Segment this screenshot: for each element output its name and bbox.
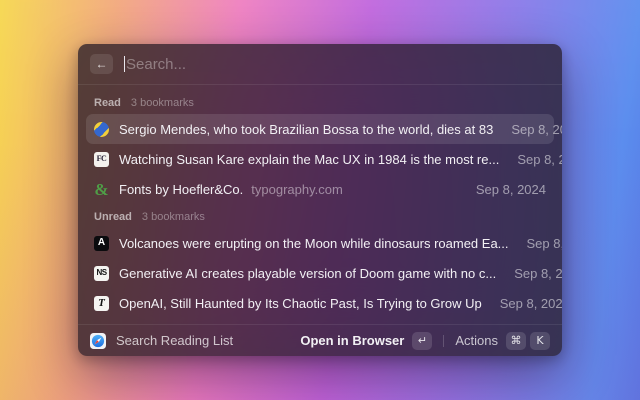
bookmark-title: Sergio Mendes, who took Brazilian Bossa … [119, 121, 494, 137]
bookmark-title: Volcanoes were erupting on the Moon whil… [119, 235, 509, 251]
list-item[interactable]: A Volcanoes were erupting on the Moon wh… [86, 228, 562, 258]
list-item[interactable]: FC Watching Susan Kare explain the Mac U… [86, 144, 562, 174]
back-button[interactable]: ← [90, 54, 113, 74]
fastcompany-favicon: FC [94, 151, 109, 167]
list-item[interactable]: & Fonts by Hoefler&Co. typography.com Se… [86, 174, 554, 204]
open-in-browser-button[interactable]: Open in Browser ↵ [300, 331, 433, 350]
bookmark-title: Watching Susan Kare explain the Mac UX i… [119, 151, 500, 167]
section-header-unread: Unread 3 bookmarks [86, 206, 554, 228]
command-key-icon: ⌘ [506, 331, 526, 350]
bookmark-date: Sep 8, 20... [517, 151, 562, 167]
footer-bar: Search Reading List Open in Browser ↵ Ac… [78, 325, 562, 356]
return-key-icon: ↵ [412, 331, 433, 350]
section-header-read: Read 3 bookmarks [86, 92, 554, 114]
k-key-icon: K [530, 331, 550, 350]
open-in-browser-label: Open in Browser [300, 333, 405, 348]
search-bar: ← [78, 44, 562, 84]
bookmark-title: Fonts by Hoefler&Co. [119, 181, 244, 197]
astronomy-favicon: A [94, 235, 109, 251]
brazilian-report-favicon [94, 121, 109, 137]
left-arrow-icon: ← [95, 57, 108, 71]
section-count: 3 bookmarks [130, 97, 194, 109]
section-label: Read [94, 97, 121, 109]
bookmark-domain: typography.com [251, 181, 343, 197]
nytimes-favicon: T [94, 295, 109, 311]
bookmark-list: Read 3 bookmarks Sergio Mendes, who took… [78, 85, 562, 324]
bookmark-title: OpenAI, Still Haunted by Its Chaotic Pas… [119, 295, 482, 311]
command-palette-window: ← Read 3 bookmarks Sergio Mendes, who to… [78, 44, 562, 356]
section-count: 3 bookmarks [141, 211, 205, 223]
search-input-wrap [124, 55, 550, 73]
list-item[interactable]: NS Generative AI creates playable versio… [86, 258, 562, 288]
section-label: Unread [94, 211, 132, 223]
list-item[interactable]: Sergio Mendes, who took Brazilian Bossa … [86, 114, 562, 144]
bookmark-date: Sep 8, 20... [526, 235, 562, 251]
search-input[interactable] [126, 55, 550, 73]
safari-compass-icon [90, 332, 106, 349]
bookmark-title: Generative AI creates playable version o… [119, 265, 497, 281]
bookmark-date: Sep 8, 2024 [511, 121, 562, 137]
newscientist-favicon: NS [94, 265, 109, 281]
bookmark-date: Sep 8, 20... [514, 265, 562, 281]
extension-title: Search Reading List [116, 333, 234, 348]
hoefler-favicon: & [94, 181, 109, 197]
footer-separator [443, 334, 445, 347]
actions-label: Actions [455, 333, 498, 348]
footer-actions: Open in Browser ↵ Actions ⌘ K [300, 331, 550, 350]
actions-button[interactable]: Actions ⌘ K [455, 331, 550, 350]
text-caret [124, 56, 125, 72]
list-item[interactable]: T OpenAI, Still Haunted by Its Chaotic P… [86, 288, 562, 318]
bookmark-date: Sep 8, 2024 [499, 295, 562, 311]
bookmark-date: Sep 8, 2024 [475, 181, 546, 197]
